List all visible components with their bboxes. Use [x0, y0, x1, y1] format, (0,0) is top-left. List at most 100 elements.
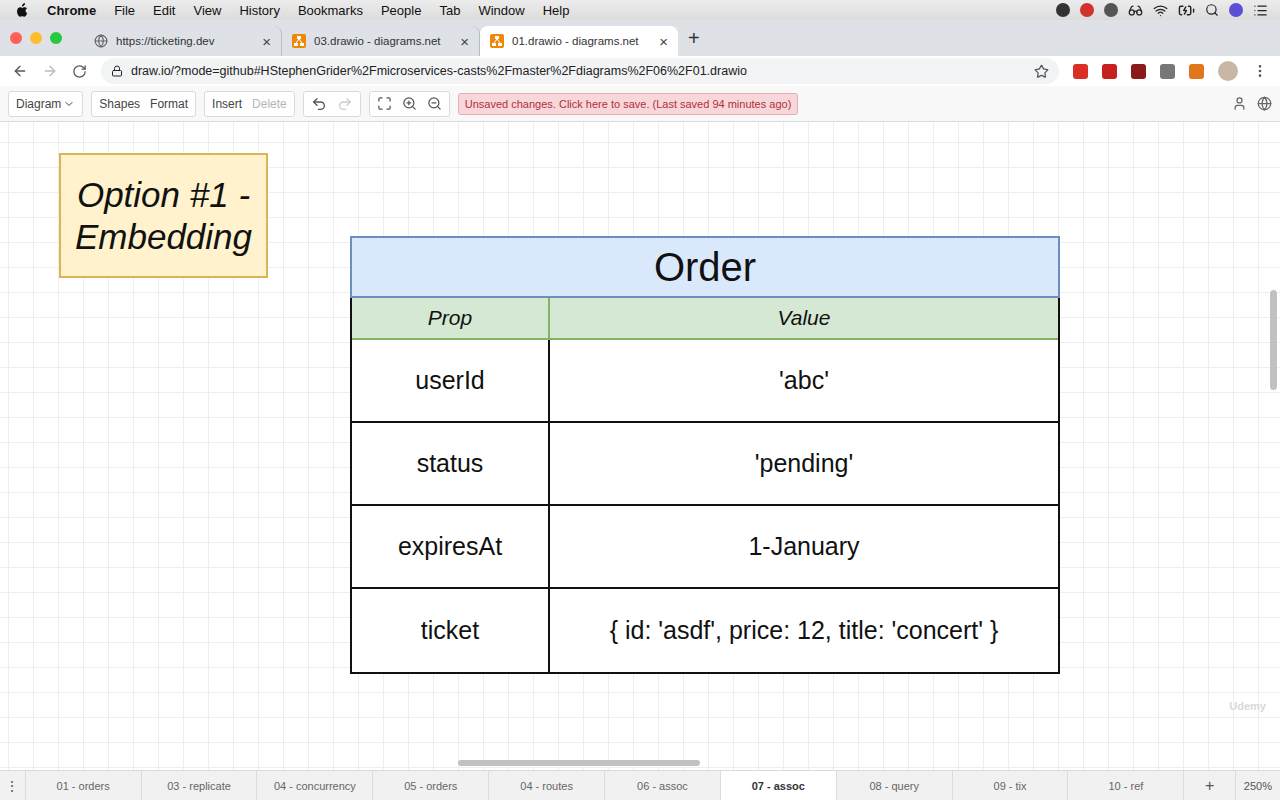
vertical-scrollbar[interactable] — [1270, 290, 1277, 390]
zoom-level[interactable]: 250% — [1235, 771, 1280, 800]
label-node[interactable]: Option #1 - Embedding — [59, 153, 268, 278]
save-notice[interactable]: Unsaved changes. Click here to save. (La… — [458, 93, 799, 115]
toolbar-group: Shapes Format — [91, 91, 196, 117]
column-header: Prop — [352, 298, 550, 340]
metamask-icon[interactable] — [1189, 64, 1204, 79]
undo-icon[interactable] — [311, 96, 327, 112]
diagram-canvas[interactable]: Option #1 - Embedding OrderPropValueuserI… — [0, 122, 1280, 770]
prop-cell: expiresAt — [352, 506, 550, 589]
value-cell: { id: 'asdf', price: 12, title: 'concert… — [550, 589, 1058, 672]
horizontal-scrollbar[interactable] — [458, 760, 700, 766]
battery-icon[interactable] — [1178, 2, 1195, 19]
toolbar-group: Insert Delete — [204, 91, 295, 117]
extension-icon[interactable] — [1073, 64, 1088, 79]
lock-icon — [111, 65, 123, 77]
order-table[interactable]: OrderPropValueuserId'abc'status'pending'… — [350, 236, 1060, 674]
user-icon[interactable] — [1232, 96, 1247, 111]
add-page-button[interactable]: + — [1183, 771, 1235, 800]
docker-icon[interactable] — [1056, 3, 1070, 17]
page-tab[interactable]: 09 - tix — [952, 771, 1068, 800]
window-controls — [10, 32, 62, 44]
status-icons — [1056, 2, 1268, 19]
minimize-button[interactable] — [30, 32, 42, 44]
extension-icon[interactable] — [1160, 64, 1175, 79]
drawio-icon — [490, 34, 504, 48]
tab-close[interactable]: × — [460, 34, 469, 49]
menu-item[interactable]: Bookmarks — [298, 3, 363, 18]
pages-menu[interactable]: ⋮ — [0, 771, 25, 800]
back-icon[interactable] — [12, 63, 28, 79]
drawio-toolbar: Diagram Shapes Format Insert Delete Unsaved c… — [0, 86, 1280, 122]
glasses-icon[interactable] — [1128, 3, 1143, 18]
page-tab[interactable]: 04 - routes — [488, 771, 604, 800]
redo-icon[interactable] — [337, 96, 353, 112]
menu-item[interactable]: Window — [478, 3, 524, 18]
menu-item[interactable]: Edit — [153, 3, 175, 18]
toolbar-button[interactable]: Delete — [252, 97, 287, 111]
extension-icon[interactable] — [1131, 64, 1146, 79]
page-tab[interactable]: 06 - assoc — [604, 771, 720, 800]
menu-item[interactable]: History — [239, 3, 279, 18]
menu-item[interactable]: View — [193, 3, 221, 18]
address-bar[interactable]: draw.io/?mode=github#HStephenGrider%2Fmi… — [101, 58, 1059, 84]
drawio-icon — [292, 34, 306, 48]
star-icon[interactable] — [1034, 64, 1049, 79]
dropdown-icon — [63, 98, 75, 110]
siri-icon[interactable] — [1229, 3, 1243, 17]
zoom-button[interactable] — [50, 32, 62, 44]
notification-icon[interactable] — [1253, 3, 1268, 18]
toolbar-right — [1232, 96, 1272, 111]
browser-tab[interactable]: 03.drawio - diagrams.net× — [282, 26, 480, 56]
globe-icon — [94, 34, 108, 48]
prop-cell: ticket — [352, 589, 550, 672]
language-icon[interactable] — [1257, 96, 1272, 111]
zoom-in-icon[interactable] — [402, 96, 417, 111]
new-tab-button[interactable]: + — [688, 27, 700, 50]
page-tab[interactable]: 01 - orders — [25, 771, 141, 800]
cloud-icon[interactable] — [1104, 3, 1118, 17]
value-cell: 'abc' — [550, 340, 1058, 423]
screen: Chrome File Edit View History Bookmarks People… — [0, 0, 1280, 800]
reload-icon[interactable] — [72, 64, 87, 79]
history-group — [303, 91, 361, 117]
browser-tab[interactable]: https://ticketing.dev× — [84, 26, 282, 56]
close-button[interactable] — [10, 32, 22, 44]
prop-cell: userId — [352, 340, 550, 423]
column-header: Value — [550, 298, 1058, 340]
menu-item[interactable]: People — [381, 3, 421, 18]
page-tab[interactable]: 10 - ref — [1067, 771, 1183, 800]
search-icon[interactable] — [1205, 3, 1219, 17]
menu-item[interactable]: File — [114, 3, 135, 18]
page-tab[interactable]: 04 - concurrency — [256, 771, 372, 800]
apple-icon[interactable] — [16, 3, 29, 18]
toolbar-button[interactable]: Diagram — [16, 97, 75, 111]
page-tab[interactable]: 03 - replicate — [141, 771, 257, 800]
fit-icon[interactable] — [377, 96, 392, 111]
forward-icon[interactable] — [42, 63, 58, 79]
wifi-icon[interactable] — [1153, 3, 1168, 18]
address-row: draw.io/?mode=github#HStephenGrider%2Fmi… — [0, 56, 1280, 86]
more-icon[interactable] — [1252, 63, 1268, 79]
tab-strip: https://ticketing.dev×03.drawio - diagra… — [0, 20, 1280, 56]
table-title: Order — [350, 236, 1060, 298]
extension-icon[interactable] — [1102, 64, 1117, 79]
profile-avatar[interactable] — [1218, 61, 1238, 81]
toolbar-button[interactable]: Insert — [212, 97, 242, 111]
zoom-group — [369, 91, 450, 117]
toolbar-group: Diagram — [8, 91, 83, 117]
toolbar-button[interactable]: Format — [150, 97, 188, 111]
zoom-out-icon[interactable] — [427, 96, 442, 111]
tab-close[interactable]: × — [659, 34, 668, 49]
app-status-icon[interactable] — [1080, 3, 1094, 17]
toolbar-button[interactable]: Shapes — [99, 97, 140, 111]
app-menu[interactable]: Chrome — [47, 3, 96, 18]
menu-item[interactable]: Help — [543, 3, 570, 18]
menu-item[interactable]: Tab — [439, 3, 460, 18]
tab-close[interactable]: × — [262, 34, 271, 49]
browser-tab[interactable]: 01.drawio - diagrams.net× — [480, 26, 678, 56]
page-tab[interactable]: 08 - query — [836, 771, 952, 800]
menu-bar: Chrome File Edit View History Bookmarks People… — [0, 0, 1280, 20]
page-tab[interactable]: 05 - orders — [372, 771, 488, 800]
watermark: Udemy — [1229, 700, 1266, 712]
page-tab[interactable]: 07 - assoc — [720, 771, 836, 800]
